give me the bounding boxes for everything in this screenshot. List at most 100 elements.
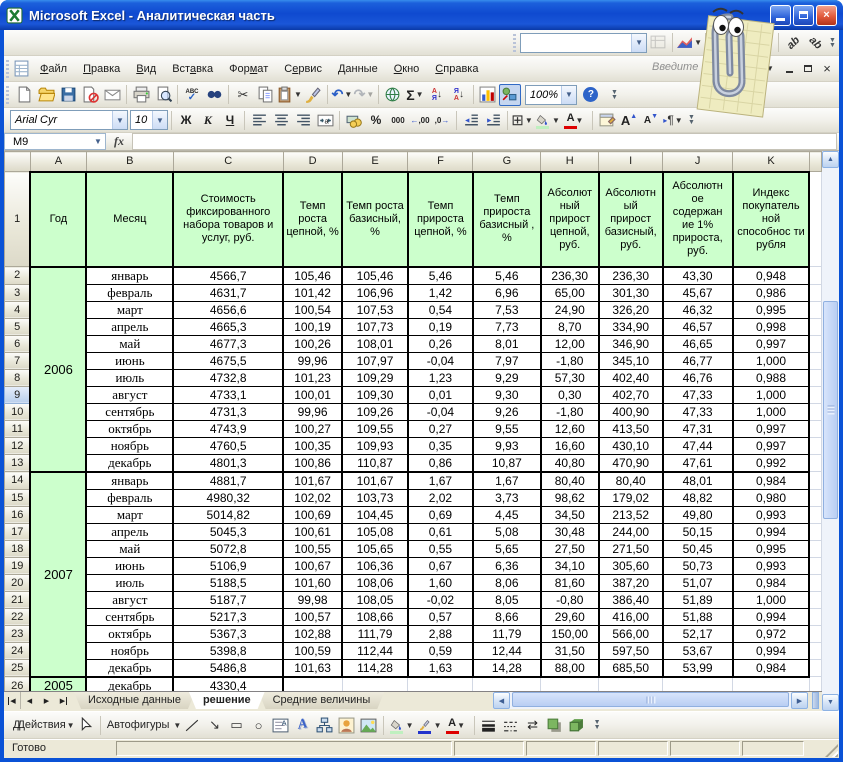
formula-input[interactable] — [132, 133, 837, 150]
undo-button[interactable]: ↶▼ — [331, 84, 353, 106]
cell-C8[interactable]: 4732,8 — [173, 369, 283, 386]
currency-button[interactable] — [343, 109, 365, 131]
row-header-19[interactable]: 19 — [5, 557, 31, 574]
cell-G23[interactable]: 11,79 — [473, 625, 541, 642]
percent-style-button[interactable]: % — [365, 109, 387, 131]
borders-button[interactable]: ⊞▼ — [511, 109, 533, 131]
col-header-E[interactable]: E — [342, 152, 408, 172]
save-button[interactable] — [57, 84, 79, 106]
row-header-13[interactable]: 13 — [5, 454, 31, 472]
cell-H8[interactable]: 57,30 — [541, 369, 599, 386]
cell-D14[interactable]: 101,67 — [283, 472, 342, 490]
cell-H17[interactable]: 30,48 — [541, 523, 599, 540]
format-cells-button[interactable] — [596, 109, 618, 131]
cell-I18[interactable]: 271,50 — [599, 540, 663, 557]
cell-B22[interactable]: сентябрь — [86, 608, 173, 625]
cell-I3[interactable]: 301,30 — [599, 284, 663, 301]
cell-C19[interactable]: 5106,9 — [173, 557, 283, 574]
row-header-14[interactable]: 14 — [5, 472, 31, 490]
cell-B12[interactable]: ноябрь — [86, 437, 173, 454]
cell-F21[interactable]: -0,02 — [408, 591, 473, 608]
cell-L26[interactable] — [809, 677, 821, 692]
cell-F6[interactable]: 0,26 — [408, 335, 473, 352]
cell-L21[interactable] — [809, 591, 821, 608]
cell-C3[interactable]: 4631,7 — [173, 284, 283, 301]
cell-D4[interactable]: 100,54 — [283, 301, 342, 318]
col-header-partial[interactable] — [809, 152, 821, 172]
row-header-6[interactable]: 6 — [5, 335, 31, 352]
cell-C2[interactable]: 4566,7 — [173, 267, 283, 285]
row-header-16[interactable]: 16 — [5, 506, 31, 523]
chevron-down-icon[interactable]: ▼ — [416, 90, 424, 99]
cell-H25[interactable]: 88,00 — [541, 659, 599, 677]
spelling-button[interactable]: ABC✓ — [181, 84, 203, 106]
select-all-corner[interactable] — [5, 152, 31, 172]
autoshapes-menu-button[interactable]: Автофигуры▼ — [104, 714, 182, 736]
cell-K26[interactable] — [733, 677, 810, 692]
cell-B20[interactable]: июль — [86, 574, 173, 591]
cell-K12[interactable]: 0,997 — [733, 437, 810, 454]
toolbar-options-button[interactable]: ▼▼ — [608, 84, 621, 106]
row-header-11[interactable]: 11 — [5, 420, 31, 437]
cell-F18[interactable]: 0,55 — [408, 540, 473, 557]
cell-E11[interactable]: 109,55 — [342, 420, 408, 437]
cell-C4[interactable]: 4656,6 — [173, 301, 283, 318]
cell-B4[interactable]: март — [86, 301, 173, 318]
cell-K13[interactable]: 0,992 — [733, 454, 810, 472]
cell-B23[interactable]: октябрь — [86, 625, 173, 642]
doc-restore-button[interactable] — [800, 61, 816, 76]
cell-H19[interactable]: 34,10 — [541, 557, 599, 574]
cell-I11[interactable]: 413,50 — [599, 420, 663, 437]
cell-L11[interactable] — [809, 420, 821, 437]
cell-D3[interactable]: 101,42 — [283, 284, 342, 301]
cell-K11[interactable]: 0,997 — [733, 420, 810, 437]
cell-H11[interactable]: 12,60 — [541, 420, 599, 437]
cell-G7[interactable]: 7,97 — [473, 352, 541, 369]
cell-G6[interactable]: 8,01 — [473, 335, 541, 352]
print-button[interactable] — [130, 84, 152, 106]
cell-H15[interactable]: 98,62 — [541, 489, 599, 506]
row-header-15[interactable]: 15 — [5, 489, 31, 506]
cell-G16[interactable]: 4,45 — [473, 506, 541, 523]
cell-K10[interactable]: 1,000 — [733, 403, 810, 420]
cell-C25[interactable]: 5486,8 — [173, 659, 283, 677]
cell-E10[interactable]: 109,26 — [342, 403, 408, 420]
row-header-9[interactable]: 9 — [5, 386, 31, 403]
row-header-17[interactable]: 17 — [5, 523, 31, 540]
col-header-F[interactable]: F — [408, 152, 473, 172]
cell-B17[interactable]: апрель — [86, 523, 173, 540]
cell-E2[interactable]: 105,46 — [342, 267, 408, 285]
cell-J25[interactable]: 53,99 — [663, 659, 733, 677]
cell-K20[interactable]: 0,984 — [733, 574, 810, 591]
oval-button[interactable]: ○ — [248, 714, 270, 736]
menu-Файл[interactable]: Файл — [32, 59, 75, 79]
menu-Вид[interactable]: Вид — [128, 59, 164, 79]
cell-A1[interactable]: Год — [30, 172, 86, 267]
cell-C18[interactable]: 5072,8 — [173, 540, 283, 557]
chevron-down-icon[interactable]: ▼ — [152, 111, 167, 129]
doc-close-button[interactable]: × — [819, 61, 835, 76]
draw-fill-color-button[interactable]: ▼ — [387, 714, 415, 736]
cell-G26[interactable] — [473, 677, 541, 692]
cell-K25[interactable]: 0,984 — [733, 659, 810, 677]
cell-J16[interactable]: 49,80 — [663, 506, 733, 523]
cell-G1[interactable]: Темп прироста базисный , % — [473, 172, 541, 267]
cell-D15[interactable]: 102,02 — [283, 489, 342, 506]
cell-L15[interactable] — [809, 489, 821, 506]
cell-I9[interactable]: 402,70 — [599, 386, 663, 403]
cell-L18[interactable] — [809, 540, 821, 557]
cell-I25[interactable]: 685,50 — [599, 659, 663, 677]
cell-I8[interactable]: 402,40 — [599, 369, 663, 386]
cell-F25[interactable]: 1,63 — [408, 659, 473, 677]
cell-F9[interactable]: 0,01 — [408, 386, 473, 403]
cell-G20[interactable]: 8,06 — [473, 574, 541, 591]
cell-J15[interactable]: 48,82 — [663, 489, 733, 506]
chevron-down-icon[interactable]: ▼ — [294, 90, 302, 99]
row-header-20[interactable]: 20 — [5, 574, 31, 591]
cell-K2[interactable]: 0,948 — [733, 267, 810, 285]
cell-J18[interactable]: 50,45 — [663, 540, 733, 557]
cell-D6[interactable]: 100,26 — [283, 335, 342, 352]
toolbar-options-button[interactable]: ▼▼ — [594, 714, 601, 736]
tab-split-handle[interactable] — [812, 692, 819, 709]
format-painter-button[interactable] — [302, 84, 324, 106]
